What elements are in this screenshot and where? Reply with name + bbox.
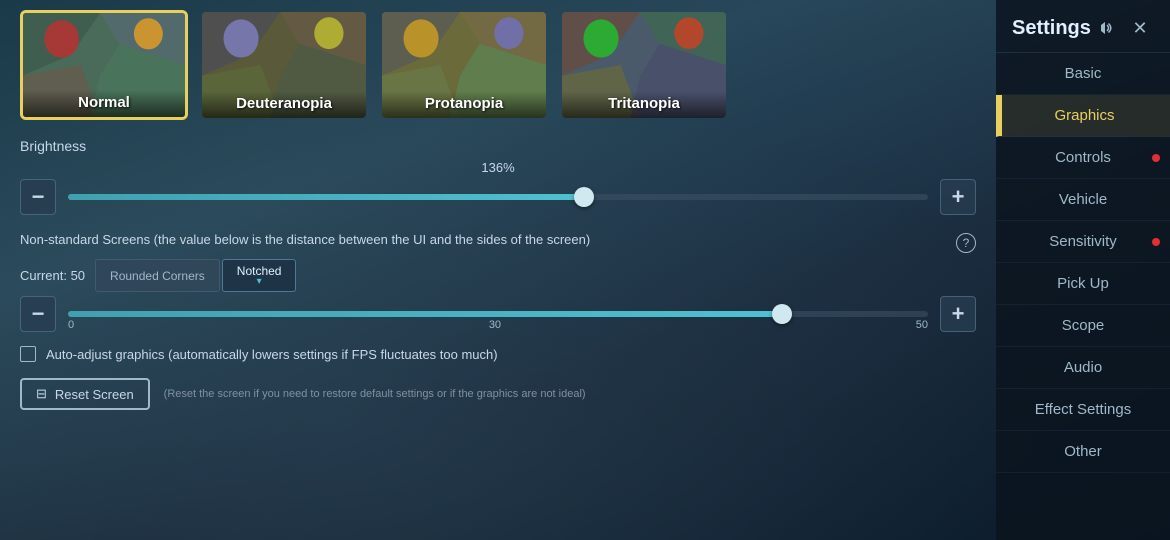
sidebar-item-graphics-label: Graphics [1054,107,1114,124]
reset-screen-label: Reset Screen [55,387,134,402]
notched-mode-button[interactable]: Notched [222,259,297,292]
scale-30: 30 [489,319,501,331]
sidebar-item-controls-label: Controls [1055,149,1111,166]
sidebar-item-effect-settings[interactable]: Effect Settings [996,389,1170,431]
color-mode-tritanopia-label: Tritanopia [562,91,726,118]
color-modes-row: Normal Deuteranopia [20,10,976,120]
controls-dot [1152,154,1160,162]
color-mode-deuteranopia-label: Deuteranopia [202,91,366,118]
sidebar-item-sensitivity-label: Sensitivity [1049,233,1117,250]
brightness-slider-row: − + [20,179,976,215]
color-mode-normal[interactable]: Normal [20,10,188,120]
auto-adjust-row: Auto-adjust graphics (automatically lowe… [20,346,976,362]
nonstandard-slider-thumb[interactable] [772,304,792,324]
sidebar-header: Settings ✕ [996,0,1170,53]
sidebar-item-vehicle-label: Vehicle [1059,191,1107,208]
nonstandard-section: Non-standard Screens (the value below is… [20,231,976,332]
brightness-plus-button[interactable]: + [940,179,976,215]
color-mode-protanopia-label: Protanopia [382,91,546,118]
nonstandard-plus-button[interactable]: + [940,296,976,332]
auto-adjust-label: Auto-adjust graphics (automatically lowe… [46,347,498,362]
scale-0: 0 [68,319,74,331]
header-area: Settings [1012,17,1115,40]
brightness-minus-button[interactable]: − [20,179,56,215]
nonstandard-help-icon[interactable]: ? [956,233,976,253]
nonstandard-current-value: Current: 50 [20,268,85,283]
sidebar-item-controls[interactable]: Controls [996,137,1170,179]
sidebar-item-other[interactable]: Other [996,431,1170,473]
brightness-slider[interactable] [68,194,928,200]
sidebar-item-other-label: Other [1064,443,1102,460]
auto-adjust-checkbox[interactable] [20,346,36,362]
brightness-slider-fill [68,194,584,200]
scale-50: 50 [916,319,928,331]
reset-hint: (Reset the screen if you need to restore… [164,387,586,401]
close-button[interactable]: ✕ [1126,14,1154,42]
sidebar-item-basic-label: Basic [1065,65,1102,82]
nonstandard-slider[interactable]: 0 30 50 [68,311,928,317]
brightness-section: Brightness 136% − + [20,138,976,215]
brightness-value: 136% [20,160,976,175]
reset-screen-button[interactable]: ⊟ Reset Screen [20,378,150,410]
nonstandard-controls: Current: 50 Rounded Corners Notched [20,259,976,292]
speaker-icon [1095,18,1115,38]
mode-buttons: Rounded Corners Notched [95,259,296,292]
color-mode-protanopia[interactable]: Protanopia [380,10,548,120]
sidebar-item-scope-label: Scope [1062,317,1105,334]
sidebar-item-graphics[interactable]: Graphics [996,95,1170,137]
nonstandard-minus-button[interactable]: − [20,296,56,332]
nonstandard-header: Non-standard Screens (the value below is… [20,231,976,253]
nonstandard-slider-fill [68,311,782,317]
nonstandard-slider-row: − 0 30 50 + [20,296,976,332]
reset-row: ⊟ Reset Screen (Reset the screen if you … [20,378,976,410]
sidebar-item-pickup[interactable]: Pick Up [996,263,1170,305]
rounded-corners-mode-button[interactable]: Rounded Corners [95,259,220,292]
color-mode-deuteranopia[interactable]: Deuteranopia [200,10,368,120]
brightness-slider-thumb[interactable] [574,187,594,207]
sidebar-item-pickup-label: Pick Up [1057,275,1109,292]
brightness-label: Brightness [20,138,976,154]
nonstandard-label: Non-standard Screens (the value below is… [20,231,948,249]
color-mode-tritanopia[interactable]: Tritanopia [560,10,728,120]
sidebar-item-audio-label: Audio [1064,359,1102,376]
sidebar-item-scope[interactable]: Scope [996,305,1170,347]
main-content: Normal Deuteranopia [0,0,996,540]
sidebar-item-effect-settings-label: Effect Settings [1035,401,1131,418]
nonstandard-slider-scale: 0 30 50 [68,317,928,331]
sidebar-item-sensitivity[interactable]: Sensitivity [996,221,1170,263]
sidebar-item-audio[interactable]: Audio [996,347,1170,389]
reset-screen-icon: ⊟ [36,386,47,402]
sidebar: Settings ✕ Basic Graphics Controls Vehic… [996,0,1170,540]
sidebar-item-vehicle[interactable]: Vehicle [996,179,1170,221]
color-mode-normal-label: Normal [23,90,185,117]
sensitivity-dot [1152,238,1160,246]
sidebar-item-basic[interactable]: Basic [996,53,1170,95]
auto-adjust-section: Auto-adjust graphics (automatically lowe… [20,346,976,362]
sidebar-title: Settings [1012,17,1091,40]
